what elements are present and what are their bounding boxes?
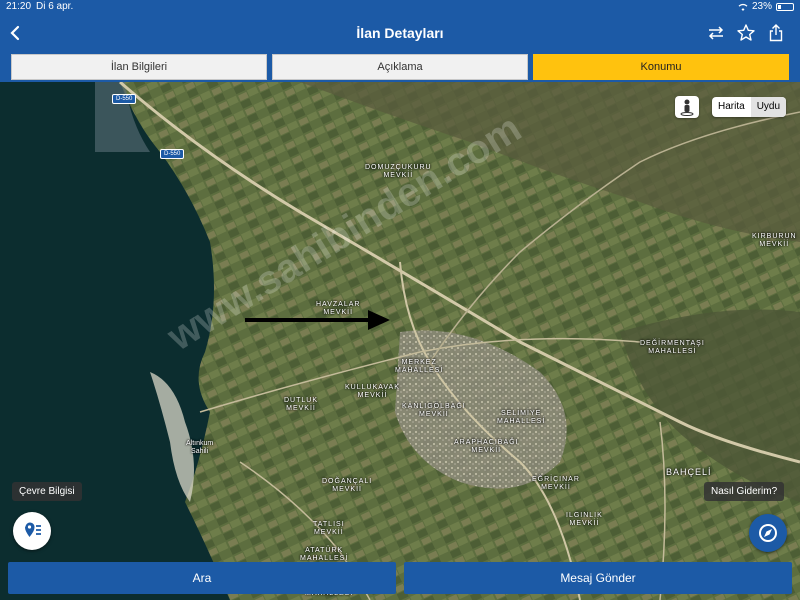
nav-bar: İlan Detayları [0, 14, 800, 52]
status-date: Di 6 apr. [36, 1, 74, 12]
tab-konumu[interactable]: Konumu [533, 54, 789, 80]
map-label-egricinar: EĞRİÇINAR MEVKİİ [532, 476, 580, 491]
environment-info-button[interactable] [13, 512, 51, 550]
status-time: 21:20 [6, 1, 32, 12]
page-title: İlan Detayları [356, 25, 444, 41]
send-message-button[interactable]: Mesaj Gönder [404, 562, 792, 594]
environment-info-chip[interactable]: Çevre Bilgisi [12, 482, 82, 501]
map-type-harita[interactable]: Harita [712, 97, 751, 117]
map-label-kirburun: KIRBURUN MEVKİİ [752, 233, 797, 248]
share-icon[interactable] [766, 23, 786, 43]
map-label-kanligolbagi: KANLIGÖLBAĞI MEVKİİ [402, 403, 466, 418]
status-right: 23% [738, 1, 794, 12]
compare-icon[interactable] [706, 23, 726, 43]
map-label-degirmentasi: DEĞİRMENTAŞI MAHALLESİ [640, 340, 705, 355]
map-label-havzalar: HAVZALAR MEVKİİ [316, 301, 361, 316]
directions-chip[interactable]: Nasıl Giderim? [704, 482, 785, 501]
pegman-icon [680, 99, 694, 116]
tab-bar: İlan Bilgileri Açıklama Konumu [0, 52, 800, 82]
map-label-selimiye: SELİMİYE MAHALLESİ [497, 410, 546, 425]
map-label-tatlisi: TATLISI MEVKİİ [313, 521, 345, 536]
map-label-ataturk: ATATÜRK MAHALLESİ [300, 547, 349, 562]
map-label-ilginlik: ILGINLIK MEVKİİ [566, 512, 603, 527]
compass-icon [759, 524, 777, 542]
star-icon[interactable] [736, 23, 756, 43]
call-button[interactable]: Ara [8, 562, 396, 594]
map-label-bahceli: BAHÇELİ [666, 467, 712, 477]
map-label-araphacibagi: ARAPHACIBAĞI MEVKİİ [454, 439, 519, 454]
map-type-uydu[interactable]: Uydu [750, 97, 787, 117]
wifi-icon [738, 3, 748, 11]
location-list-icon [25, 522, 41, 537]
directions-button[interactable] [749, 514, 787, 552]
road-shield-d550: D-550 [160, 149, 185, 159]
map-label-altinkum: Altınkum Sahili [186, 440, 214, 455]
tab-aciklama[interactable]: Açıklama [272, 54, 528, 80]
map-label-dogancali: DOĞANÇALI MEVKİİ [322, 478, 373, 493]
map-label-merkez: MERKEZ MAHALLESİ [395, 359, 444, 374]
map-label-kullukavak: KULLUKAVAK MEVKİİ [345, 384, 400, 399]
satellite-map[interactable]: D-550 D-550 DOMUZÇUKURU MEVKİİ HAVZALAR … [0, 82, 800, 600]
map-label-dutluk: DUTLUK MEVKİİ [284, 397, 319, 412]
street-view-button[interactable] [675, 96, 699, 118]
status-bar: 21:20 Di 6 apr. 23% [0, 0, 800, 14]
map-type-toggle: Harita Uydu [712, 97, 787, 117]
road-shield-d550-top: D-550 [112, 94, 137, 104]
tab-ilan-bilgileri[interactable]: İlan Bilgileri [11, 54, 267, 80]
battery-icon [776, 2, 794, 11]
battery-percent: 23% [751, 1, 772, 12]
